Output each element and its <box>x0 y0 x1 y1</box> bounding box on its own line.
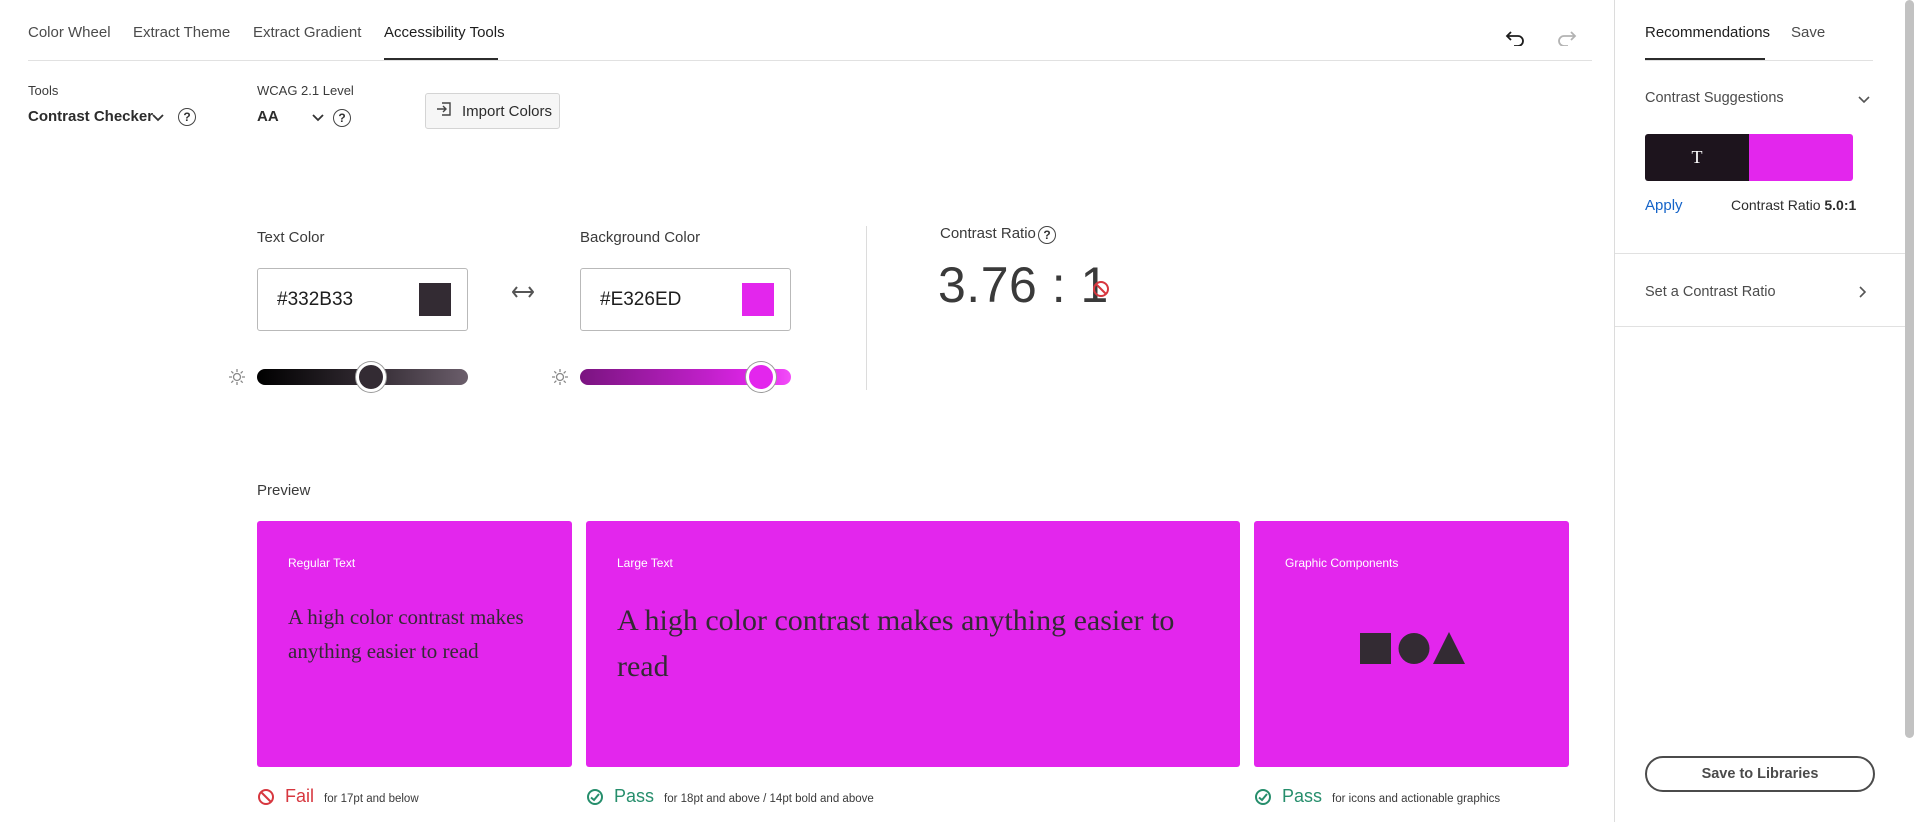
card-title: Regular Text <box>288 556 356 570</box>
text-color-label: Text Color <box>257 229 325 246</box>
apply-button[interactable]: Apply <box>1645 197 1683 214</box>
result-status: Fail <box>285 786 315 806</box>
contrast-ratio-label: Contrast Ratio <box>940 225 1036 242</box>
text-color-hex[interactable]: #332B33 <box>277 289 353 311</box>
fail-icon <box>1092 280 1110 303</box>
suggestion-contrast-ratio: Contrast Ratio 5.0:1 <box>1731 197 1856 213</box>
tab-extract-gradient[interactable]: Extract Gradient <box>253 24 361 41</box>
chevron-down-icon[interactable] <box>311 110 325 128</box>
suggestion-ratio-value: 5.0:1 <box>1824 197 1857 213</box>
chevron-down-icon[interactable] <box>151 110 165 128</box>
result-note: for 18pt and above / 14pt bold and above <box>664 793 874 805</box>
suggestion-background-swatch[interactable] <box>1749 134 1853 181</box>
set-contrast-ratio-header[interactable]: Set a Contrast Ratio <box>1645 284 1776 300</box>
tab-extract-theme[interactable]: Extract Theme <box>133 24 230 41</box>
check-circle-icon <box>586 788 604 806</box>
preview-title: Preview <box>257 482 311 499</box>
wcag-label: WCAG 2.1 Level <box>257 83 354 98</box>
brightness-icon <box>228 368 246 386</box>
import-icon <box>436 101 452 121</box>
fail-icon <box>257 788 275 806</box>
wcag-level-picker[interactable]: AA <box>257 108 279 125</box>
background-color-hex[interactable]: #E326ED <box>600 289 681 311</box>
background-color-swatch[interactable] <box>742 283 774 316</box>
help-icon[interactable]: ? <box>333 109 351 127</box>
tools-label: Tools <box>28 83 59 98</box>
regular-text-sample: A high color contrast makes anything eas… <box>288 605 524 663</box>
tab-accessibility-tools[interactable]: Accessibility Tools <box>384 24 505 41</box>
result-note: for icons and actionable graphics <box>1332 793 1501 805</box>
text-color-swatch[interactable] <box>419 283 451 316</box>
help-icon[interactable]: ? <box>178 108 196 126</box>
contrast-ratio-value: 3.76 : 1 <box>938 257 1109 313</box>
regular-text-card: Regular Text A high color contrast makes… <box>257 521 572 767</box>
right-panel-border <box>1614 0 1615 822</box>
large-text-result: Pass for 18pt and above / 14pt bold and … <box>586 786 874 807</box>
import-colors-label: Import Colors <box>462 102 553 120</box>
import-colors-button[interactable]: Import Colors <box>425 93 560 129</box>
card-title: Large Text <box>617 556 673 570</box>
tab-color-wheel[interactable]: Color Wheel <box>28 24 111 41</box>
check-circle-icon <box>1254 788 1272 806</box>
text-color-field[interactable]: #332B33 <box>257 268 468 331</box>
large-text-card: Large Text A high color contrast makes a… <box>586 521 1240 767</box>
result-note: for 17pt and below <box>324 793 419 805</box>
swap-colors-icon[interactable] <box>511 285 535 304</box>
undo-icon[interactable] <box>1501 24 1529 52</box>
brightness-icon <box>551 368 569 386</box>
contrast-suggestions-header[interactable]: Contrast Suggestions <box>1645 90 1784 106</box>
tools-picker[interactable]: Contrast Checker <box>28 108 153 125</box>
background-color-label: Background Color <box>580 229 701 246</box>
section-divider <box>866 226 867 390</box>
shapes-graphic <box>1360 631 1465 670</box>
redo-icon[interactable] <box>1553 24 1581 52</box>
scrollbar[interactable] <box>1905 0 1914 738</box>
tab-recommendations[interactable]: Recommendations <box>1645 24 1770 41</box>
regular-text-result: Fail for 17pt and below <box>257 786 419 807</box>
help-icon[interactable]: ? <box>1038 226 1056 244</box>
background-color-field[interactable]: #E326ED <box>580 268 791 331</box>
panel-divider <box>1615 253 1905 254</box>
graphic-components-card: Graphic Components <box>1254 521 1569 767</box>
result-status: Pass <box>614 786 655 806</box>
right-tabs-divider <box>1645 60 1873 61</box>
large-text-sample: A high color contrast makes anything eas… <box>617 604 1175 683</box>
result-status: Pass <box>1282 786 1323 806</box>
tabs-divider <box>28 60 1592 61</box>
chevron-right-icon[interactable] <box>1858 285 1868 304</box>
suggestion-text-swatch[interactable]: T <box>1645 134 1749 181</box>
chevron-down-icon[interactable] <box>1857 92 1871 110</box>
panel-divider <box>1615 326 1905 327</box>
save-to-libraries-button[interactable]: Save to Libraries <box>1645 756 1875 792</box>
card-title: Graphic Components <box>1285 556 1399 570</box>
text-slider-handle[interactable] <box>355 362 386 392</box>
graphic-components-result: Pass for icons and actionable graphics <box>1254 786 1500 807</box>
suggestion-ratio-label: Contrast Ratio <box>1731 197 1821 213</box>
background-slider-handle[interactable] <box>746 362 777 392</box>
tab-save[interactable]: Save <box>1791 24 1825 41</box>
